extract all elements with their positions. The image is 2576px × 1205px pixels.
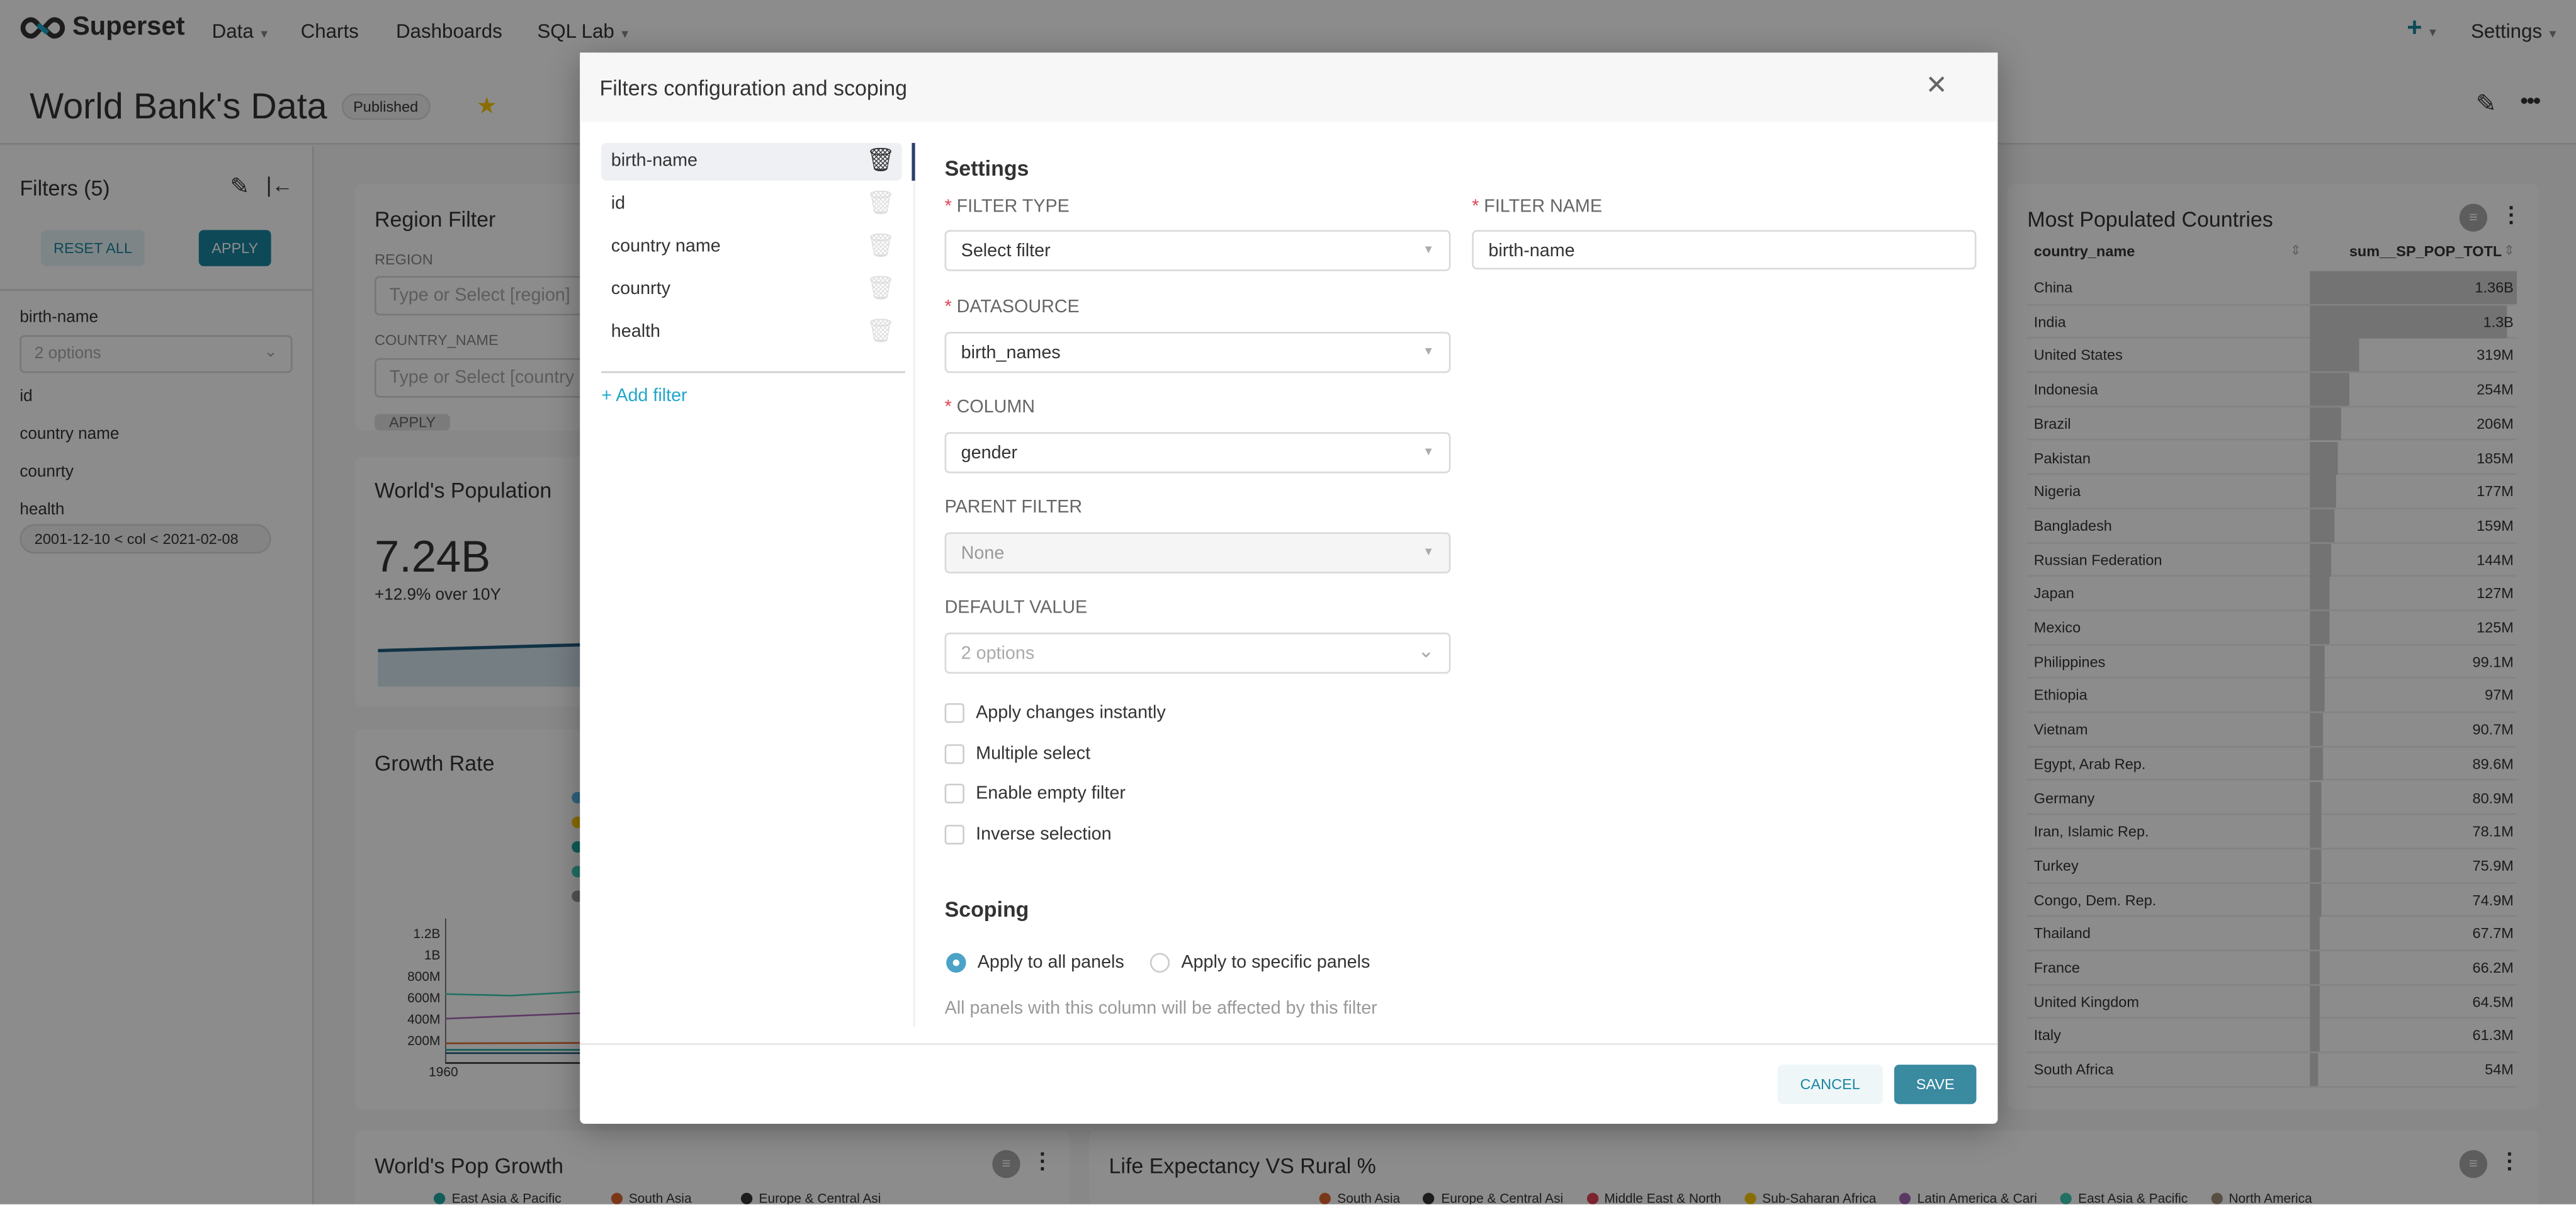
cancel-button[interactable]: CANCEL	[1777, 1065, 1883, 1104]
radio-apply-all[interactable]: Apply to all panels	[946, 953, 1124, 973]
trash-icon[interactable]: 🗑︎	[866, 232, 895, 259]
checkbox-label: Enable empty filter	[976, 783, 1126, 804]
label-text: DATASOURCE	[956, 297, 1080, 317]
radio-label: Apply to all panels	[977, 953, 1124, 973]
vertical-divider	[913, 143, 915, 1027]
modal-filter-item[interactable]: health 🗑︎	[601, 314, 902, 351]
footer-divider	[580, 1043, 1998, 1045]
select-value: None	[961, 543, 1005, 564]
filter-type-select[interactable]: Select filter ▼	[944, 230, 1451, 271]
trash-icon[interactable]: 🗑︎	[866, 317, 895, 345]
checkbox-label: Inverse selection	[976, 823, 1112, 844]
column-select[interactable]: gender ▼	[944, 432, 1451, 473]
checkbox[interactable]	[944, 703, 964, 723]
checkbox-label: Multiple select	[976, 743, 1091, 764]
column-label: * COLUMN	[944, 397, 1035, 417]
checkbox[interactable]	[944, 783, 964, 804]
datasource-select[interactable]: birth_names ▼	[944, 332, 1451, 373]
caret-down-icon: ▼	[1423, 446, 1435, 459]
filter-name-input[interactable]: birth-name	[1472, 230, 1977, 269]
label-text: FILTER NAME	[1484, 197, 1602, 217]
radio-apply-specific[interactable]: Apply to specific panels	[1150, 953, 1370, 973]
caret-down-icon: ▼	[1423, 244, 1435, 257]
checkbox-option[interactable]: Inverse selection	[944, 823, 1112, 844]
active-tab-indicator	[912, 143, 915, 181]
modal-filter-item[interactable]: country name 🗑︎	[601, 229, 902, 266]
modal-title: Filters configuration and scoping	[599, 76, 908, 101]
checkbox[interactable]	[944, 823, 964, 844]
settings-heading: Settings	[944, 156, 1029, 181]
checkbox-label: Apply changes instantly	[976, 703, 1166, 723]
select-value: gender	[961, 443, 1018, 463]
add-filter-label: Add filter	[616, 386, 687, 406]
datasource-label: * DATASOURCE	[944, 297, 1080, 317]
checkbox-option[interactable]: Enable empty filter	[944, 783, 1126, 804]
filter-item-label: id	[611, 193, 626, 214]
filter-type-label: * FILTER TYPE	[944, 197, 1070, 217]
caret-down-icon: ▼	[1423, 346, 1435, 358]
modal-header: Filters configuration and scoping ✕	[580, 52, 1998, 122]
default-value-select[interactable]: 2 options ⌄	[944, 632, 1451, 674]
radio-unchecked-icon	[1150, 953, 1170, 973]
radio-checked-icon	[946, 953, 966, 973]
select-value: birth_names	[961, 343, 1061, 363]
scoping-help-text: All panels with this column will be affe…	[944, 999, 1377, 1019]
close-icon[interactable]: ✕	[1926, 69, 1948, 102]
add-filter-button[interactable]: + Add filter	[601, 386, 687, 405]
checkbox-option[interactable]: Apply changes instantly	[944, 703, 1166, 723]
save-button[interactable]: SAVE	[1894, 1065, 1977, 1104]
label-text: COLUMN	[956, 397, 1035, 417]
checkbox-option[interactable]: Multiple select	[944, 743, 1091, 764]
select-placeholder: 2 options	[961, 644, 1035, 664]
filter-item-label: country name	[611, 236, 721, 257]
modal-filter-item[interactable]: id 🗑︎	[601, 186, 902, 223]
default-value-label: DEFAULT VALUE	[944, 597, 1088, 618]
modal-filter-item[interactable]: birth-name 🗑︎	[601, 143, 902, 181]
scoping-heading: Scoping	[944, 897, 1029, 922]
plus-icon: +	[601, 386, 616, 406]
trash-icon[interactable]: 🗑︎	[866, 274, 895, 302]
select-value: Select filter	[961, 241, 1051, 261]
trash-icon[interactable]: 🗑︎	[866, 146, 895, 174]
radio-label: Apply to specific panels	[1181, 953, 1370, 973]
chevron-down-icon: ⌄	[1418, 639, 1435, 662]
filter-item-label: birth-name	[611, 151, 698, 171]
modal-filter-item[interactable]: counrty 🗑︎	[601, 271, 902, 309]
divider	[601, 371, 905, 373]
filter-item-label: health	[611, 322, 661, 342]
caret-down-icon: ▼	[1423, 547, 1435, 559]
filter-item-label: counrty	[611, 279, 670, 299]
label-text: FILTER TYPE	[956, 197, 1070, 217]
filter-name-label: * FILTER NAME	[1472, 197, 1602, 217]
parent-filter-label: PARENT FILTER	[944, 497, 1083, 518]
filters-config-modal: Filters configuration and scoping ✕ birt…	[580, 52, 1998, 1124]
parent-filter-select[interactable]: None ▼	[944, 532, 1451, 574]
trash-icon[interactable]: 🗑︎	[866, 189, 895, 217]
checkbox[interactable]	[944, 743, 964, 764]
